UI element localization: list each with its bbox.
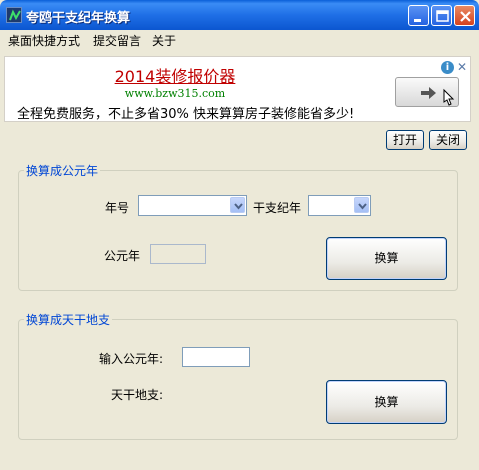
ad-go-button[interactable]	[395, 77, 459, 107]
ganzhi-result-label: 天干地支:	[111, 388, 164, 402]
menu-item-feedback[interactable]: 提交留言	[93, 32, 141, 49]
close-icon	[460, 11, 471, 22]
minimize-button[interactable]	[408, 5, 429, 26]
ganzhi-year-select[interactable]	[308, 195, 371, 216]
gregorian-year-label: 公元年	[104, 249, 141, 263]
open-button[interactable]: 打开	[386, 130, 424, 150]
arrow-right-icon	[421, 87, 455, 106]
convert-to-ganzhi-button[interactable]: 换算	[326, 380, 447, 424]
era-label: 年号	[105, 201, 130, 215]
close-window-button[interactable]	[454, 5, 475, 26]
chevron-down-icon[interactable]	[230, 197, 245, 213]
group-to-gregorian-legend: 换算成公元年	[24, 162, 101, 179]
group-to-ganzhi-legend: 换算成天干地支	[24, 311, 113, 328]
gregorian-year-input[interactable]	[182, 347, 250, 367]
window-title: 夸鸥干支纪年换算	[26, 11, 131, 26]
input-year-label: 输入公元年:	[99, 352, 164, 366]
close-button[interactable]: 关闭	[429, 130, 467, 150]
maximize-button[interactable]	[431, 5, 452, 26]
ad-description: 全程免费服务，不止多省30% 快来算算房子装修能省多少!	[17, 107, 355, 122]
era-select[interactable]	[138, 195, 247, 216]
ad-title-link[interactable]: 2014装修报价器	[5, 63, 345, 87]
ad-info-icon[interactable]: i	[441, 61, 454, 74]
convert-to-gregorian-button[interactable]: 换算	[326, 237, 447, 280]
maximize-icon	[436, 10, 449, 22]
ad-url[interactable]: www.bzw315.com	[5, 87, 345, 100]
app-icon	[6, 7, 22, 23]
ad-banner[interactable]: 2014装修报价器 www.bzw315.com 全程免费服务，不止多省30% …	[4, 56, 471, 122]
ganzhi-year-label: 干支纪年	[253, 201, 302, 215]
minimize-icon	[414, 19, 421, 22]
menu-item-about[interactable]: 关于	[152, 32, 176, 49]
menu-item-desktop-shortcut[interactable]: 桌面快捷方式	[8, 32, 80, 49]
chevron-down-icon[interactable]	[354, 197, 369, 213]
ad-close-icon[interactable]: ✕	[457, 60, 467, 74]
gregorian-year-output	[150, 244, 206, 264]
